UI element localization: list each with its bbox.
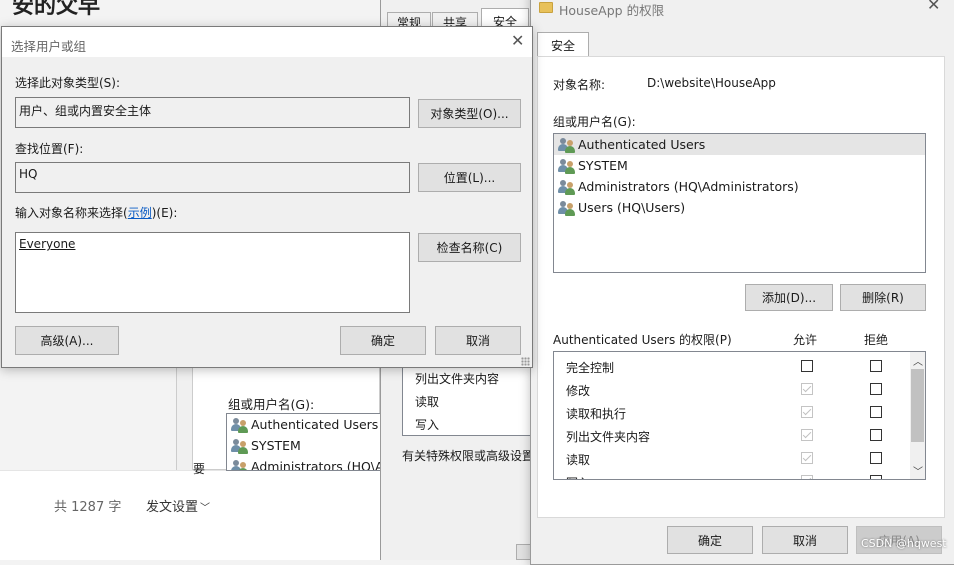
object-types-button[interactable]: 对象类型(O)...	[418, 99, 521, 128]
perm-tab-panel: 对象名称: D:\website\HouseApp 组或用户名(G): Auth…	[537, 56, 945, 518]
allow-header: 允许	[793, 333, 818, 347]
permission-name: 列出文件夹内容	[566, 430, 651, 444]
allow-checkbox[interactable]	[801, 383, 813, 395]
object-name-value: D:\website\HouseApp	[647, 76, 776, 90]
object-name-label: 对象名称:	[553, 78, 606, 92]
editor-footer	[0, 470, 380, 560]
allow-checkbox[interactable]	[801, 360, 813, 372]
middle-special-note: 有关特殊权限或高级设置	[402, 449, 535, 463]
bg-user-row[interactable]: Authenticated Users	[227, 414, 380, 435]
perm-header: Authenticated Users 的权限(P)	[553, 333, 732, 347]
deny-checkbox[interactable]	[870, 475, 882, 479]
middle-perm-item: 读取	[415, 395, 440, 409]
user-row-administrators[interactable]: Administrators (HQ\Administrators)	[554, 176, 925, 197]
permissions-rows: 完全控制修改读取和执行列出文件夹内容读取写入	[554, 352, 912, 479]
resize-grip[interactable]	[521, 357, 530, 366]
bg-groups-label: 组或用户名(G):	[228, 397, 315, 412]
allow-checkbox[interactable]	[801, 475, 813, 479]
ok-button[interactable]: 确定	[340, 326, 426, 355]
chevron-down-icon: ﹀	[200, 503, 211, 514]
publish-settings-button[interactable]: 发文设置 ﹀	[146, 496, 210, 515]
cancel-button[interactable]: 取消	[435, 326, 521, 355]
permission-row: 修改	[554, 378, 912, 401]
chevron-down-icon[interactable]: ﹀	[913, 463, 923, 478]
ok-button[interactable]: 确定	[667, 526, 753, 554]
bg-user-row[interactable]: Administrators (HQ\Ad	[227, 456, 380, 470]
tab-security-perm[interactable]: 安全	[537, 32, 589, 57]
deny-checkbox[interactable]	[870, 383, 882, 395]
users-icon	[558, 158, 576, 174]
permission-name: 写入	[566, 474, 590, 479]
remove-button[interactable]: 删除(R)	[840, 284, 926, 311]
user-row-authenticated[interactable]: Authenticated Users	[554, 134, 925, 155]
permissions-dialog: HouseApp 的权限 ✕ 安全 对象名称: D:\website\House…	[530, 0, 954, 565]
permission-row: 完全控制	[554, 355, 912, 378]
deny-checkbox[interactable]	[870, 406, 882, 418]
permission-row: 读取	[554, 447, 912, 470]
middle-perm-item: 列出文件夹内容	[415, 372, 500, 386]
deny-checkbox[interactable]	[870, 429, 882, 441]
close-icon[interactable]: ✕	[511, 31, 524, 50]
permission-name: 读取	[566, 453, 591, 467]
users-icon	[558, 179, 576, 195]
locations-button[interactable]: 位置(L)...	[418, 163, 521, 192]
location-field: HQ	[15, 162, 410, 193]
scrollbar[interactable]: ︿ ﹀	[910, 352, 925, 479]
enter-names-label: 输入对象名称来选择(示例)(E):	[15, 206, 178, 220]
deny-checkbox[interactable]	[870, 360, 882, 372]
examples-link[interactable]: 示例	[128, 206, 152, 220]
scrollbar-thumb[interactable]	[911, 369, 924, 442]
permissions-list[interactable]: 完全控制修改读取和执行列出文件夹内容读取写入 ︿ ﹀	[553, 351, 926, 480]
user-row-system[interactable]: SYSTEM	[554, 155, 925, 176]
permission-row: 写入	[554, 470, 912, 479]
user-row-users[interactable]: Users (HQ\Users)	[554, 197, 925, 218]
allow-checkbox[interactable]	[801, 429, 813, 441]
bg-partial-char: 要	[193, 462, 206, 476]
users-icon	[558, 200, 576, 216]
users-icon	[231, 438, 249, 454]
permission-name: 修改	[566, 384, 591, 398]
folder-icon	[539, 2, 553, 13]
deny-header: 拒绝	[864, 333, 889, 347]
location-label: 查找位置(F):	[15, 142, 84, 156]
add-button[interactable]: 添加(D)...	[745, 284, 833, 311]
object-type-field: 用户、组或内置安全主体	[15, 97, 410, 128]
entered-name: Everyone	[19, 237, 76, 251]
middle-perm-item: 写入	[415, 418, 440, 432]
users-icon	[231, 417, 249, 433]
bg-user-list[interactable]: Authenticated Users SYSTEM Administrator…	[226, 413, 380, 471]
advanced-button[interactable]: 高级(A)...	[15, 326, 119, 355]
users-icon	[231, 459, 249, 470]
permission-row: 列出文件夹内容	[554, 424, 912, 447]
allow-checkbox[interactable]	[801, 406, 813, 418]
middle-perm-list[interactable]: 列出文件夹内容 读取 写入	[402, 360, 532, 436]
select-dialog-title: 选择用户或组	[11, 39, 87, 54]
select-users-dialog: 选择用户或组 ✕ 选择此对象类型(S): 用户、组或内置安全主体 对象类型(O)…	[1, 26, 533, 368]
user-list[interactable]: Authenticated Users SYSTEM Administrator…	[553, 133, 926, 273]
chevron-up-icon[interactable]: ︿	[913, 353, 923, 368]
permission-row: 读取和执行	[554, 401, 912, 424]
users-icon	[558, 137, 576, 153]
permission-name: 读取和执行	[566, 407, 627, 421]
publish-settings-label: 发文设置	[146, 500, 199, 515]
permissions-dialog-title: HouseApp 的权限	[559, 3, 665, 18]
close-icon[interactable]: ✕	[927, 0, 940, 14]
object-names-input[interactable]: Everyone	[15, 232, 410, 313]
word-count: 共 1287 字	[54, 500, 122, 515]
background-title: 安的父早	[12, 0, 101, 19]
watermark: CSDN @hqwest	[861, 537, 947, 550]
deny-checkbox[interactable]	[870, 452, 882, 464]
check-names-button[interactable]: 检查名称(C)	[418, 233, 521, 262]
allow-checkbox[interactable]	[801, 452, 813, 464]
cancel-button[interactable]: 取消	[762, 526, 848, 554]
permission-name: 完全控制	[566, 361, 615, 375]
groups-label: 组或用户名(G):	[553, 115, 636, 129]
bg-user-row[interactable]: SYSTEM	[227, 435, 380, 456]
object-type-label: 选择此对象类型(S):	[15, 76, 121, 90]
